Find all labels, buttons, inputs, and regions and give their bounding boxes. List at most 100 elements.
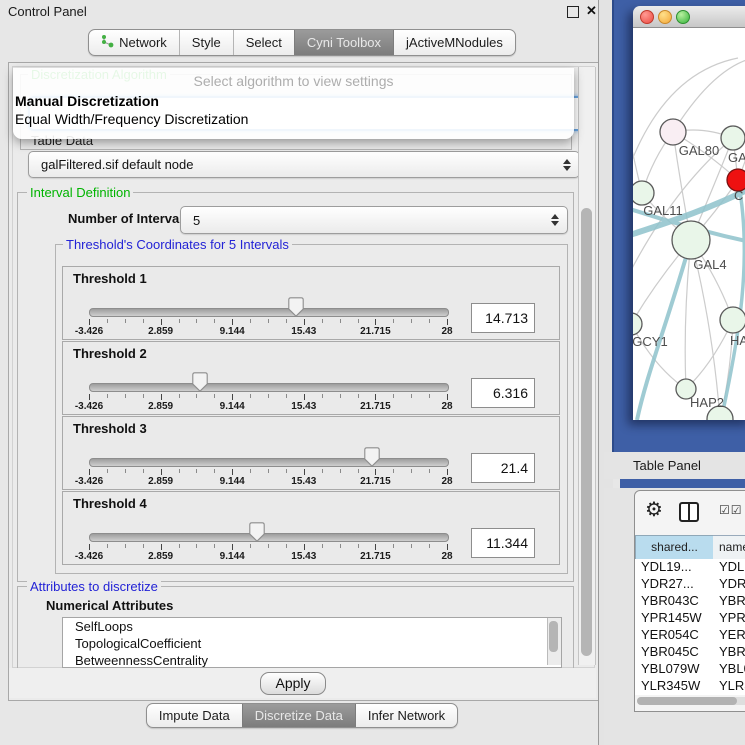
tick-label: -3.426 [59,326,119,337]
table-row[interactable]: YBL079WYBL079W [635,661,745,678]
slider-tick [411,544,412,548]
slider-tick [125,544,126,548]
slider-tick [304,469,305,475]
slider-track[interactable] [89,308,449,317]
slider-tick [286,469,287,473]
slider-tick [393,319,394,323]
slider-tick [429,394,430,398]
node-ga[interactable] [721,126,745,150]
tick-label: 2.859 [131,401,191,412]
slider-tick [250,319,251,323]
control-panel-scrollbar-thumb[interactable] [581,208,592,656]
cell-name: YBR045C [719,644,745,659]
slider-tick [161,319,162,325]
tab-label: Select [246,35,282,50]
tab-cyni-toolbox[interactable]: Cyni Toolbox [294,30,393,55]
number-of-intervals-combobox[interactable]: 5 [180,206,568,234]
table-hscrollbar-thumb[interactable] [637,697,737,705]
tick-label: 28 [417,401,477,412]
attribute-item-selfloops[interactable]: SelfLoops [63,618,561,635]
apply-button[interactable]: Apply [260,672,326,695]
tick-label: 21.715 [345,551,405,562]
threshold-value-field[interactable]: 21.4 [471,453,535,483]
tab-discretize-data[interactable]: Discretize Data [242,704,355,727]
table-row[interactable]: YDL19...YDL19... [635,559,745,576]
gear-icon[interactable]: ⚙ [645,497,663,522]
slider-tick [447,469,448,475]
slider-thumb[interactable] [288,297,304,317]
slider-tick [411,319,412,323]
table-row[interactable]: YPR145WYPR145W [635,610,745,627]
dropdown-hint-item[interactable]: Select algorithm to view settings [13,73,574,89]
tab-jactivemnodules[interactable]: jActiveMNodules [393,30,515,55]
tab-infer-network[interactable]: Infer Network [355,704,457,727]
threshold-value-field[interactable]: 11.344 [471,528,535,558]
table-row[interactable]: YDR27...YDR27... [635,576,745,593]
slider-tick [268,394,269,398]
tab-style[interactable]: Style [179,30,233,55]
table-row[interactable]: YBR043CYBR043C [635,593,745,610]
network-view-window: GAL80 GA C GAL11 GAL4 GCY1 HA HAP2 [633,6,745,420]
threshold-title: Threshold 2 [73,346,147,361]
tab-select[interactable]: Select [233,30,294,55]
slider-tick [322,544,323,548]
tick-label: 2.859 [131,476,191,487]
node-gal80[interactable] [660,119,686,145]
slider-tick [143,319,144,323]
slider-tick [358,394,359,398]
tick-label: 15.43 [274,326,334,337]
threshold-value-field[interactable]: 14.713 [471,303,535,333]
close-icon[interactable]: ✕ [586,3,597,19]
attributes-list-scrollbar-thumb[interactable] [549,621,558,652]
close-traffic-light-icon[interactable] [640,10,654,24]
slider-tick [250,469,251,473]
slider-tick [232,544,233,550]
attribute-item-topologicalcoefficient[interactable]: TopologicalCoefficient [63,635,561,652]
tick-label: 15.43 [274,401,334,412]
panel-title: Control Panel [8,4,87,19]
node-gcy1[interactable] [633,313,642,335]
select-checkboxes-icon[interactable]: ☑☑ [719,503,743,517]
attribute-item-betweennesscentrality[interactable]: BetweennessCentrality [63,652,561,668]
slider-tick [375,469,376,475]
group-title-threshold-coordinates: Threshold's Coordinates for 5 Intervals [63,237,292,252]
slider-tick [143,394,144,398]
zoom-traffic-light-icon[interactable] [676,10,690,24]
dropdown-item-equal-width-frequency-discretization[interactable]: Equal Width/Frequency Discretization [15,110,572,128]
slider-track[interactable] [89,458,449,467]
column-header-name[interactable]: name [713,535,745,560]
slider-tick [268,319,269,323]
tab-impute-data[interactable]: Impute Data [147,704,242,727]
minimize-traffic-light-icon[interactable] [658,10,672,24]
numerical-attributes-list[interactable]: SelfLoopsTopologicalCoefficientBetweenne… [62,617,562,668]
tick-label: -3.426 [59,476,119,487]
column-header-shared-name[interactable]: shared... [635,535,714,560]
float-icon[interactable] [567,6,579,18]
cell-shared-name: YER054C [641,627,711,642]
threshold-value-field[interactable]: 6.316 [471,378,535,408]
network-window-titlebar[interactable] [633,6,745,28]
cell-name: YER054C [719,627,745,642]
columns-icon[interactable] [679,502,699,522]
node-gal4[interactable] [672,221,710,259]
slider-tick [358,319,359,323]
table-data-combobox[interactable]: galFiltered.sif default node [28,151,580,178]
slider-tick [304,319,305,325]
slider-thumb[interactable] [364,447,380,467]
node-ha[interactable] [720,307,745,333]
table-row[interactable]: YBR045CYBR045C [635,644,745,661]
cell-shared-name: YDL19... [641,559,711,574]
tab-network[interactable]: Network [89,30,179,55]
table-row[interactable]: YER054C YER054C [635,627,745,644]
slider-thumb[interactable] [249,522,265,542]
dropdown-item-manual-discretization[interactable]: Manual Discretization [15,92,572,110]
node-gal11[interactable] [633,181,654,205]
slider-track[interactable] [89,383,449,392]
slider-tick [322,319,323,323]
slider-thumb[interactable] [192,372,208,392]
table-row[interactable]: YLR345WYLR345W [635,678,745,695]
slider-track[interactable] [89,533,449,542]
svg-text:GA: GA [728,150,745,165]
network-canvas[interactable]: GAL80 GA C GAL11 GAL4 GCY1 HA HAP2 [633,28,745,420]
svg-text:HA: HA [730,333,745,348]
